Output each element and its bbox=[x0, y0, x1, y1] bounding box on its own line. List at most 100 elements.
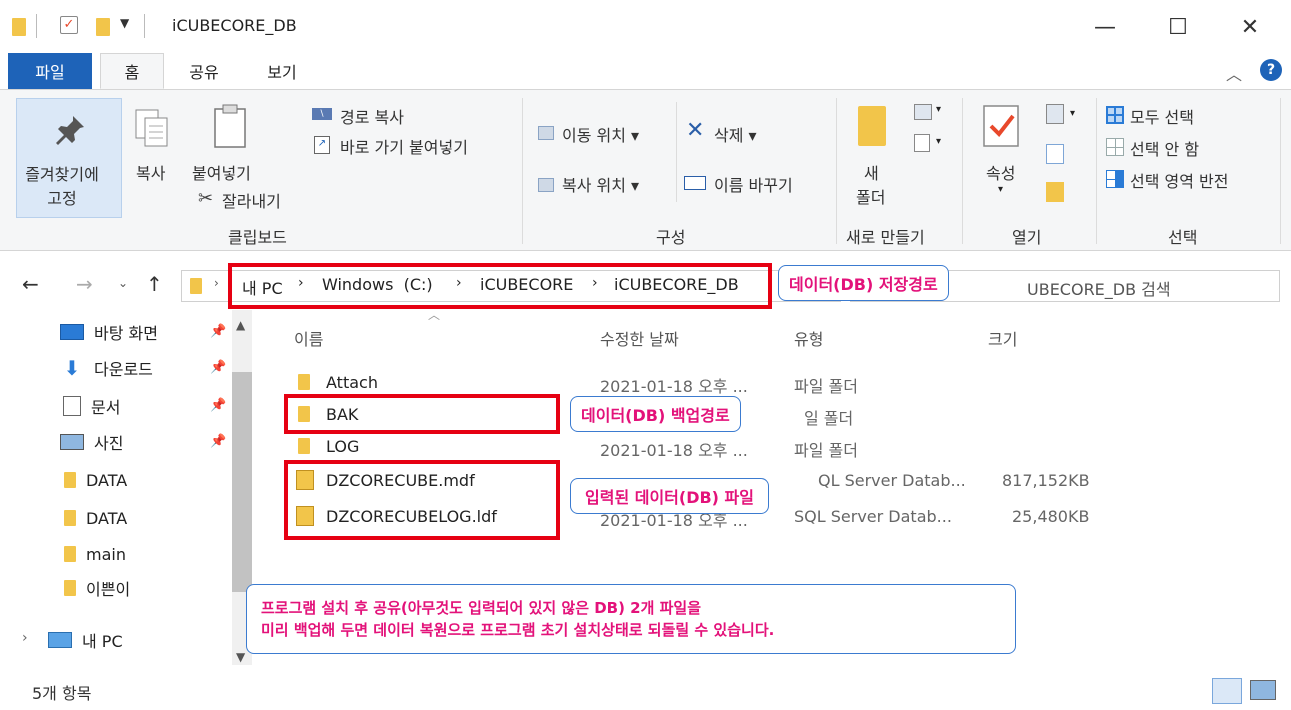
sidebar-item-desktop[interactable]: 바탕 화면 bbox=[60, 318, 158, 346]
delete-button[interactable]: 삭제 ▾ bbox=[714, 122, 757, 146]
forward-icon[interactable]: → bbox=[76, 272, 93, 296]
pin-icon: 📌 bbox=[210, 324, 227, 339]
copy-path-button[interactable]: 경로 복사 bbox=[340, 104, 404, 128]
chevron-down-icon: ▾ bbox=[936, 104, 942, 115]
move-to-icon bbox=[538, 126, 554, 140]
copy-to-button[interactable]: 복사 위치 ▾ bbox=[562, 172, 639, 196]
invert-selection-button[interactable]: 선택 영역 반전 bbox=[1130, 168, 1229, 192]
pin-label-1: 즐겨찾기에 bbox=[25, 165, 99, 184]
back-icon[interactable]: ← bbox=[22, 272, 39, 296]
title-bar: ✓ ▼ iCUBECORE_DB — ☐ ✕ bbox=[0, 0, 1291, 52]
callout-backup-note: 프로그램 설치 후 공유(아무것도 입력되어 있지 않은 DB) 2개 파일을 … bbox=[246, 584, 1016, 654]
folder-icon bbox=[12, 18, 26, 36]
edit-icon[interactable] bbox=[1046, 144, 1064, 164]
search-input[interactable]: UBECORE_DB 검색 bbox=[1027, 276, 1171, 300]
close-button[interactable]: ✕ bbox=[1230, 12, 1270, 42]
rename-button[interactable]: 이름 바꾸기 bbox=[714, 172, 793, 196]
help-icon[interactable]: ? bbox=[1260, 59, 1282, 81]
sidebar-item-documents[interactable]: 문서 bbox=[60, 392, 120, 420]
select-none-button[interactable]: 선택 안 함 bbox=[1130, 136, 1199, 160]
large-icons-view-icon[interactable] bbox=[1250, 680, 1276, 700]
status-bar: 5개 항목 bbox=[0, 670, 1291, 710]
sidebar-item-label: DATA bbox=[86, 470, 128, 490]
group-label-select: 선택 bbox=[1168, 228, 1198, 247]
chevron-down-icon: ▾ bbox=[1070, 108, 1076, 119]
scissors-icon: ✂ bbox=[198, 188, 214, 209]
copy-path-icon: \ bbox=[312, 108, 332, 120]
sidebar-item-label: 내 PC bbox=[82, 632, 123, 651]
folder-icon bbox=[190, 278, 202, 294]
column-header-type[interactable]: 유형 bbox=[794, 326, 823, 350]
properties-button[interactable]: 속성 bbox=[986, 160, 1015, 184]
paste-icon[interactable] bbox=[212, 104, 248, 150]
new-folder-quick-icon[interactable] bbox=[96, 18, 110, 36]
easy-access-icon[interactable] bbox=[914, 134, 930, 152]
minimize-button[interactable]: — bbox=[1085, 12, 1125, 42]
folder-icon bbox=[298, 374, 310, 390]
open-icon[interactable] bbox=[1046, 104, 1064, 124]
tab-file[interactable]: 파일 bbox=[8, 53, 92, 89]
group-label-organize: 구성 bbox=[656, 228, 686, 247]
table-row[interactable]: LOG 2021-01-18 오후 ... 파일 폴더 bbox=[258, 432, 1258, 462]
scroll-up-icon[interactable]: ▲ bbox=[236, 318, 245, 332]
sidebar-item-downloads[interactable]: ⬇ 다운로드 bbox=[60, 354, 153, 382]
recent-locations-icon[interactable]: ⌄ bbox=[118, 276, 128, 290]
maximize-button[interactable]: ☐ bbox=[1158, 12, 1198, 42]
sidebar-item-pictures[interactable]: 사진 bbox=[60, 428, 123, 456]
folder-icon bbox=[64, 510, 76, 526]
copy-icon[interactable] bbox=[134, 108, 170, 148]
sort-ascending-icon: ︿ bbox=[428, 308, 441, 322]
customize-toolbar-icon[interactable]: ▼ bbox=[120, 16, 129, 30]
folder-icon bbox=[64, 472, 76, 488]
sidebar-item-data[interactable]: DATA bbox=[60, 466, 127, 494]
pin-to-quick-access-button[interactable]: 즐겨찾기에 고정 bbox=[16, 98, 122, 218]
sidebar-item-folder[interactable]: 이쁜이 bbox=[60, 574, 130, 602]
callout-data-files: 입력된 데이터(DB) 파일 bbox=[570, 478, 770, 514]
new-item-icon[interactable] bbox=[914, 104, 932, 120]
folder-icon bbox=[64, 580, 76, 596]
properties-checkbox-icon[interactable]: ✓ bbox=[60, 16, 78, 34]
ribbon-tabs: 파일 홈 공유 보기 ︿ ? bbox=[0, 53, 1291, 89]
sidebar-item-label: 바탕 화면 bbox=[94, 324, 158, 343]
select-all-button[interactable]: 모두 선택 bbox=[1130, 104, 1194, 128]
column-header-size[interactable]: 크기 bbox=[988, 326, 1017, 350]
computer-icon bbox=[48, 632, 72, 648]
file-name: Attach bbox=[326, 373, 378, 392]
ribbon-separator bbox=[676, 102, 677, 202]
scrollbar-thumb[interactable] bbox=[232, 372, 252, 592]
paste-button[interactable]: 붙여넣기 bbox=[192, 160, 251, 184]
paste-shortcut-button[interactable]: 바로 가기 붙여넣기 bbox=[340, 134, 468, 158]
details-view-icon[interactable] bbox=[1212, 678, 1242, 704]
desktop-icon bbox=[60, 324, 84, 340]
download-icon: ⬇ bbox=[63, 356, 81, 380]
note-line-1: 프로그램 설치 후 공유(아무것도 입력되어 있지 않은 DB) 2개 파일을 bbox=[261, 599, 702, 617]
pin-icon: 📌 bbox=[210, 398, 227, 413]
history-icon[interactable] bbox=[1046, 182, 1064, 202]
tab-share[interactable]: 공유 bbox=[172, 53, 236, 89]
rename-icon bbox=[684, 176, 706, 190]
column-header-name[interactable]: 이름 bbox=[294, 326, 323, 350]
window-title: iCUBECORE_DB bbox=[172, 16, 297, 35]
pin-icon: 📌 bbox=[210, 360, 227, 375]
sidebar-item-this-pc[interactable]: 내 PC bbox=[48, 626, 123, 654]
new-folder-icon[interactable] bbox=[858, 106, 886, 146]
move-to-button[interactable]: 이동 위치 ▾ bbox=[562, 122, 639, 146]
tab-home[interactable]: 홈 bbox=[100, 53, 164, 89]
file-type: 파일 폴더 bbox=[794, 441, 858, 460]
sidebar-item-main[interactable]: main bbox=[60, 540, 126, 568]
up-icon[interactable]: ↑ bbox=[146, 272, 163, 296]
cut-button[interactable]: 잘라내기 bbox=[222, 188, 281, 212]
chevron-down-icon: ▾ bbox=[998, 184, 1004, 195]
new-folder-label-2: 폴더 bbox=[856, 188, 886, 207]
column-header-modified[interactable]: 수정한 날짜 bbox=[600, 326, 679, 350]
folder-icon bbox=[298, 438, 310, 454]
collapse-ribbon-icon[interactable]: ︿ bbox=[1226, 61, 1242, 85]
properties-icon[interactable] bbox=[982, 104, 1022, 148]
copy-button[interactable]: 복사 bbox=[136, 160, 165, 184]
sidebar-item-label: 이쁜이 bbox=[86, 580, 131, 599]
expand-chevron-icon[interactable]: › bbox=[22, 630, 28, 646]
chevron-right-icon: › bbox=[214, 276, 219, 290]
tab-view[interactable]: 보기 bbox=[250, 53, 314, 89]
scroll-down-icon[interactable]: ▼ bbox=[236, 650, 245, 664]
sidebar-item-data[interactable]: DATA bbox=[60, 504, 127, 532]
